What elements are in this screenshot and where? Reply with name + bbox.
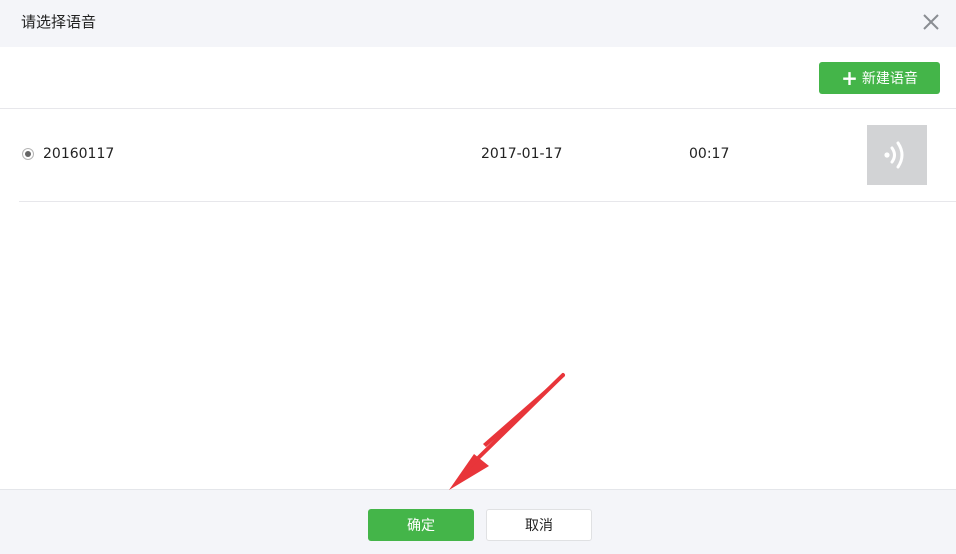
close-icon[interactable] <box>921 12 941 32</box>
plus-icon: + <box>841 66 858 90</box>
voice-name: 20160117 <box>43 146 115 162</box>
dialog-footer: 确定 取消 <box>0 489 956 554</box>
dialog-toolbar: + 新建语音 <box>0 47 956 109</box>
voice-play-thumbnail[interactable] <box>867 125 927 185</box>
new-voice-button[interactable]: + 新建语音 <box>819 62 940 94</box>
cancel-button[interactable]: 取消 <box>486 509 592 541</box>
dialog-title: 请选择语音 <box>21 13 97 31</box>
confirm-button[interactable]: 确定 <box>368 509 474 541</box>
voice-list: 20160117 2017-01-17 00:17 <box>19 109 956 202</box>
voice-duration: 00:17 <box>689 146 730 162</box>
list-item[interactable]: 20160117 2017-01-17 00:17 <box>19 109 956 202</box>
new-voice-label: 新建语音 <box>861 71 918 87</box>
audio-wave-icon <box>884 141 904 169</box>
select-voice-dialog: 请选择语音 + 新建语音 20160117 2017-01-17 00:17 确… <box>0 0 956 554</box>
dialog-header: 请选择语音 <box>0 0 956 47</box>
voice-radio[interactable] <box>22 148 34 160</box>
voice-date: 2017-01-17 <box>481 146 563 162</box>
